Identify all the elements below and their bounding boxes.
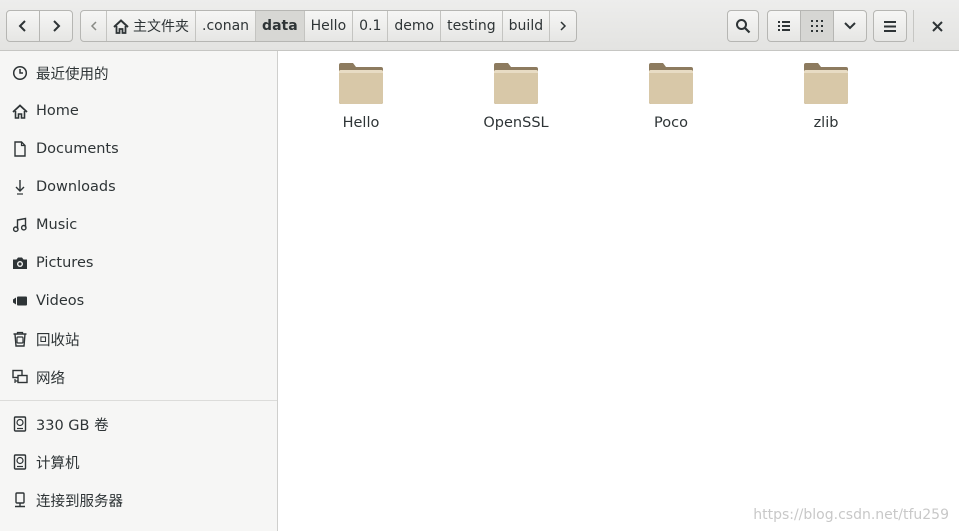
- forward-button[interactable]: [39, 10, 73, 42]
- close-icon: [931, 20, 943, 32]
- download-icon: [12, 179, 28, 195]
- path-segment[interactable]: .conan: [196, 11, 257, 41]
- sidebar-item-label: 网络: [36, 370, 65, 387]
- path-scroll-right[interactable]: [550, 11, 576, 41]
- list-icon: [778, 21, 790, 31]
- path-segment-home[interactable]: 主文件夹: [107, 11, 196, 41]
- folder-item[interactable]: zlib: [766, 59, 886, 139]
- chevron-down-icon: [844, 22, 856, 30]
- sidebar-item-label: Home: [36, 103, 79, 119]
- main-menu-button[interactable]: [873, 10, 907, 42]
- sidebar-item-label: Pictures: [36, 255, 94, 271]
- grid-icon: [811, 20, 823, 32]
- document-icon: [12, 141, 28, 157]
- path-segment[interactable]: testing: [441, 11, 503, 41]
- sidebar-item-network[interactable]: 网络: [0, 358, 277, 396]
- music-icon: [12, 217, 28, 233]
- path-segment-current[interactable]: data: [256, 11, 305, 41]
- path-segment-label: 主文件夹: [133, 19, 189, 35]
- sidebar-item-home[interactable]: Home: [0, 92, 277, 130]
- sidebar-item-label: 计算机: [36, 455, 80, 472]
- sidebar-item-label: Documents: [36, 141, 119, 157]
- list-view-button[interactable]: [767, 10, 801, 42]
- sidebar-item-videos[interactable]: Videos: [0, 282, 277, 320]
- file-name: OpenSSL: [483, 115, 549, 131]
- server-icon: [12, 492, 28, 508]
- sidebar-item-label: Music: [36, 217, 78, 233]
- file-name: Poco: [654, 115, 688, 131]
- sidebar-divider: [0, 400, 277, 401]
- clock-icon: [12, 65, 28, 81]
- search-icon: [736, 19, 751, 34]
- file-name: Hello: [342, 115, 380, 131]
- sidebar-item-pictures[interactable]: Pictures: [0, 244, 277, 282]
- path-segment[interactable]: demo: [388, 11, 442, 41]
- drive-icon: [12, 454, 28, 470]
- sidebar-item-recent[interactable]: 最近使用的: [0, 54, 277, 92]
- sidebar-item-connect-server[interactable]: 连接到服务器: [0, 481, 277, 519]
- sidebar-item-trash[interactable]: 回收站: [0, 320, 277, 358]
- path-segment[interactable]: build: [503, 11, 551, 41]
- header-bar: 主文件夹 .conan data Hello 0.1 demo testing …: [0, 0, 959, 51]
- sidebar-item-label: 连接到服务器: [36, 493, 123, 510]
- path-bar: 主文件夹 .conan data Hello 0.1 demo testing …: [80, 10, 578, 42]
- sidebar-item-label: Downloads: [36, 179, 116, 195]
- hamburger-icon: [884, 20, 896, 32]
- sidebar-item-label: Videos: [36, 293, 85, 309]
- drive-icon: [12, 416, 28, 432]
- search-button[interactable]: [727, 10, 759, 42]
- sidebar-item-label: 330 GB 卷: [36, 417, 109, 434]
- sidebar-item-music[interactable]: Music: [0, 206, 277, 244]
- path-scroll-left[interactable]: [81, 11, 107, 41]
- chevron-left-icon: [90, 21, 97, 31]
- close-button[interactable]: [921, 10, 953, 42]
- sidebar-item-label: 回收站: [36, 332, 80, 349]
- sidebar-item-label: 最近使用的: [36, 66, 109, 83]
- video-icon: [12, 293, 28, 309]
- network-icon: [12, 369, 28, 385]
- folder-item[interactable]: OpenSSL: [456, 59, 576, 139]
- file-view[interactable]: Hello OpenSSL Poco zlib https://blog.csd…: [278, 51, 959, 531]
- chevron-right-icon: [560, 21, 567, 31]
- folder-icon: [804, 63, 848, 104]
- grid-view-button[interactable]: [800, 10, 834, 42]
- path-segment[interactable]: 0.1: [353, 11, 389, 41]
- view-options-button[interactable]: [833, 10, 867, 42]
- sidebar-item-downloads[interactable]: Downloads: [0, 168, 277, 206]
- chevron-right-icon: [53, 20, 61, 32]
- folder-icon: [494, 63, 538, 104]
- folder-item[interactable]: Hello: [301, 59, 421, 139]
- trash-icon: [12, 331, 28, 347]
- folder-icon: [339, 63, 383, 104]
- header-separator: [913, 10, 914, 42]
- folder-item[interactable]: Poco: [611, 59, 731, 139]
- home-icon: [12, 103, 28, 119]
- folder-icon: [649, 63, 693, 104]
- back-button[interactable]: [6, 10, 40, 42]
- path-segment[interactable]: Hello: [305, 11, 354, 41]
- sidebar-item-documents[interactable]: Documents: [0, 130, 277, 168]
- home-icon: [113, 18, 129, 34]
- sidebar-item-volume[interactable]: 330 GB 卷: [0, 405, 277, 443]
- camera-icon: [12, 255, 28, 271]
- watermark: https://blog.csdn.net/tfu259: [753, 507, 949, 523]
- file-name: zlib: [813, 115, 839, 131]
- sidebar-item-computer[interactable]: 计算机: [0, 443, 277, 481]
- sidebar: 最近使用的 Home Documents Downloads Music Pic…: [0, 51, 278, 531]
- chevron-left-icon: [18, 20, 26, 32]
